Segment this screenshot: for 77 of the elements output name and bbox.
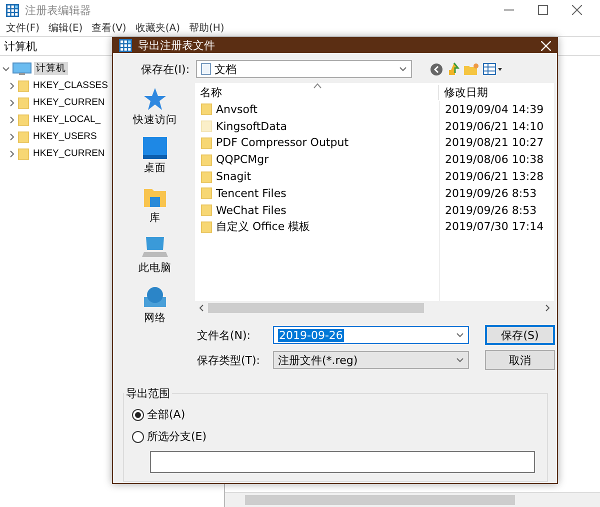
folder-icon [18, 148, 29, 160]
chevron-icon[interactable] [8, 150, 16, 158]
tree-item[interactable]: HKEY_CURREN [31, 148, 107, 159]
places-item[interactable]: 库 [143, 185, 167, 225]
scroll-left-icon[interactable] [198, 304, 204, 312]
file-name[interactable]: PDF Compressor Output [216, 136, 349, 150]
maximize-icon[interactable] [538, 5, 548, 15]
file-name[interactable]: QQPCMgr [216, 153, 269, 166]
places-item[interactable]: 桌面 [143, 137, 167, 175]
save-button[interactable]: 保存(S) [485, 325, 555, 345]
column-header[interactable]: 名称 [195, 84, 439, 100]
chevron-icon[interactable] [8, 98, 16, 106]
dialog-title: 导出注册表文件 [138, 38, 216, 53]
file-date: 2019/09/26 8:53 [445, 186, 537, 200]
radio-option[interactable]: 所选分支(E) [132, 429, 539, 444]
group-title: 导出范围 [125, 386, 171, 401]
window-title: 注册表编辑器 [25, 2, 92, 18]
file-name[interactable]: Snagit [216, 170, 252, 184]
registry-icon [119, 39, 132, 52]
chevron-icon[interactable] [8, 116, 16, 124]
network-globe-icon [142, 285, 168, 309]
menu-item[interactable]: 帮助(H) [189, 21, 224, 35]
chevron-icon[interactable] [8, 82, 16, 90]
horizontal-scrollbar[interactable] [195, 301, 554, 315]
file-date: 2019/07/30 17:14 [445, 220, 544, 234]
computer-icon [142, 235, 168, 259]
menu-item[interactable]: 收藏夹(A) [135, 21, 180, 35]
file-date: 2019/09/04 14:39 [445, 102, 544, 116]
file-name[interactable]: WeChat Files [216, 204, 286, 217]
desktop-icon [143, 137, 167, 159]
close-icon[interactable] [572, 5, 582, 15]
back-icon[interactable] [430, 62, 443, 76]
registry-icon [6, 4, 19, 16]
file-date: 2019/09/26 8:53 [445, 204, 537, 217]
file-name[interactable]: KingsoftData [216, 120, 287, 133]
file-name[interactable]: Tencent Files [216, 186, 286, 200]
tree-item[interactable]: HKEY_CLASSES [31, 80, 110, 91]
document-icon [200, 63, 211, 75]
filename-field[interactable]: 2019-09-26 [273, 326, 469, 344]
filename-label: 文件名(N): [197, 328, 252, 342]
folder-icon [18, 114, 29, 126]
scroll-right-icon[interactable] [545, 304, 551, 312]
menu-item[interactable]: 编辑(E) [48, 21, 83, 35]
radio-option[interactable]: 全部(A) [132, 407, 539, 422]
filetype-label: 保存类型(T): [197, 352, 262, 368]
file-date: 2019/08/06 10:38 [445, 153, 544, 166]
computer-icon [12, 62, 32, 76]
sort-caret-icon [313, 83, 322, 89]
tree-item[interactable]: HKEY_CURREN [31, 97, 107, 108]
filetype-dropdown[interactable]: 注册文件(*.reg) [273, 351, 469, 369]
file-date: 2019/06/21 14:10 [445, 120, 544, 133]
menu-item[interactable]: 文件(F) [6, 21, 40, 35]
column-header[interactable]: 修改日期 [439, 84, 549, 100]
folder-icon [18, 130, 29, 142]
save-in-dropdown[interactable]: 文档 [196, 60, 412, 78]
places-item[interactable]: 网络 [142, 285, 168, 325]
file-date: 2019/08/21 10:27 [445, 136, 544, 150]
save-in-label: 保存在(I): [141, 62, 190, 76]
branch-input-field[interactable] [150, 451, 535, 473]
file-name[interactable]: 自定义 Office 模板 [216, 219, 310, 234]
folder-icon [18, 96, 29, 108]
cancel-button[interactable]: 取消 [485, 350, 555, 370]
file-date: 2019/06/21 13:28 [445, 170, 544, 184]
tree-item[interactable]: HKEY_LOCAL_ [31, 114, 103, 125]
chevron-icon[interactable] [8, 132, 16, 140]
up-arrow-icon[interactable] [446, 62, 460, 76]
horizontal-scrollbar[interactable] [225, 492, 600, 507]
folder-icon [18, 80, 29, 92]
view-menu-icon[interactable] [482, 63, 503, 75]
tree-item[interactable]: 计算机 [34, 62, 68, 75]
star-icon [143, 87, 167, 111]
tree-item[interactable]: HKEY_USERS [31, 131, 99, 142]
chevron-icon[interactable] [2, 64, 10, 72]
places-item[interactable]: 此电脑 [138, 235, 172, 275]
menu-item[interactable]: 查看(V) [92, 21, 126, 35]
places-item[interactable]: 快速访问 [133, 87, 177, 127]
file-name[interactable]: Anvsoft [216, 102, 258, 116]
